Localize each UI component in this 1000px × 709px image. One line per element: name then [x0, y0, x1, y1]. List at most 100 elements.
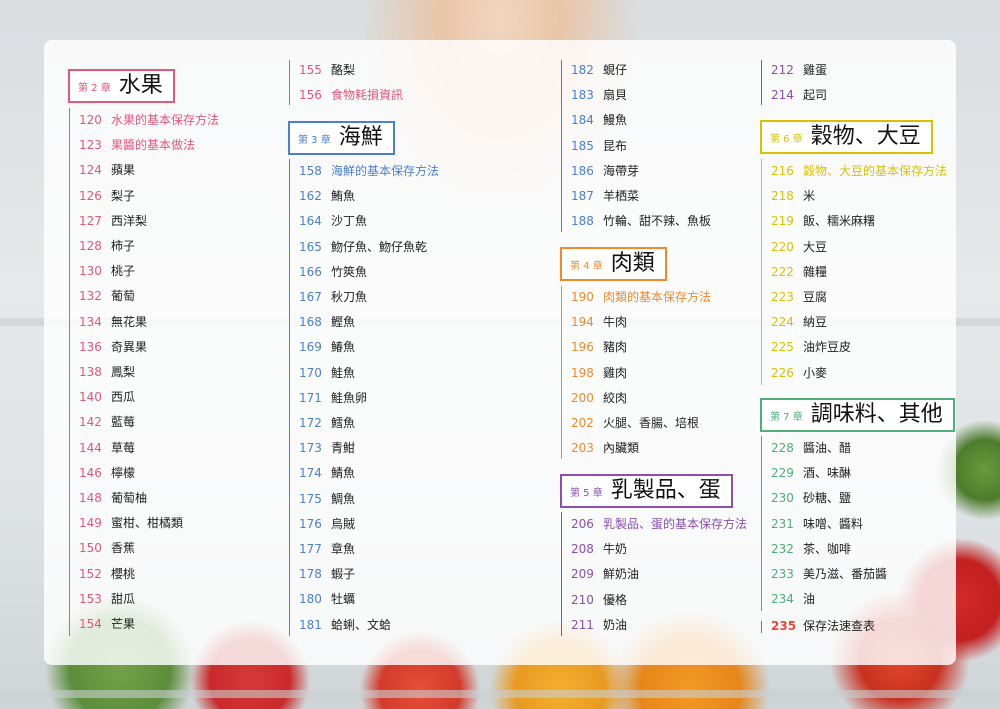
toc-entry[interactable]: 233 美乃滋、番茄醬 [771, 562, 887, 587]
toc-entry[interactable]: 148 葡萄柚 [79, 486, 147, 511]
toc-entry[interactable]: 212 雞蛋 [771, 58, 827, 83]
toc-entry[interactable]: 182 蜆仔 [571, 58, 627, 83]
toc-entry[interactable]: 190 肉類的基本保存方法 [571, 285, 711, 310]
toc-entry[interactable]: 178 蝦子 [299, 562, 355, 587]
toc-entry[interactable]: 188 竹輪、甜不辣、魚板 [571, 209, 711, 234]
page-number: 149 [79, 516, 102, 531]
entry-title: 草莓 [111, 440, 136, 455]
toc-entry[interactable]: 194 牛肉 [571, 310, 627, 335]
entry-title: 扇貝 [603, 88, 628, 103]
toc-entry[interactable]: 128 柿子 [79, 234, 135, 259]
toc-entry[interactable]: 230 砂糖、鹽 [771, 486, 851, 511]
toc-entry[interactable]: 172 鱈魚 [299, 411, 355, 436]
toc-entry[interactable]: 211 奶油 [571, 613, 627, 638]
toc-entry[interactable]: 229 酒、味醂 [771, 461, 851, 486]
toc-entry[interactable]: 136 奇異果 [79, 335, 147, 360]
toc-entry[interactable]: 166 竹筴魚 [299, 260, 367, 285]
toc-entry[interactable]: 120 水果的基本保存方法 [79, 108, 219, 133]
toc-entry[interactable]: 209 鮮奶油 [571, 562, 639, 587]
toc-entry[interactable]: 130 桃子 [79, 259, 135, 284]
toc-entry[interactable]: 183 扇貝 [571, 83, 627, 108]
toc-entry[interactable]: 140 西瓜 [79, 385, 135, 410]
toc-entry[interactable]: 203 內臟類 [571, 436, 639, 461]
toc-entry[interactable]: 175 鯛魚 [299, 487, 355, 512]
toc-entry[interactable]: 171 鮭魚卵 [299, 386, 367, 411]
toc-entry[interactable]: 156 食物耗損資訊 [299, 83, 403, 108]
toc-entry[interactable]: 224 納豆 [771, 310, 827, 335]
toc-entry[interactable]: 127 西洋梨 [79, 209, 147, 234]
toc-entry[interactable]: 198 雞肉 [571, 361, 627, 386]
toc-entry[interactable]: 142 藍莓 [79, 410, 135, 435]
page-number: 226 [771, 365, 794, 380]
toc-entry[interactable]: 158 海鮮的基本保存方法 [299, 159, 439, 184]
page-number: 219 [771, 214, 794, 229]
chapter-title: 穀物、大豆 [810, 124, 921, 149]
toc-entry[interactable]: 231 味噌、醬料 [771, 512, 863, 537]
page-number: 134 [79, 314, 102, 329]
toc-entry[interactable]: 123 果醬的基本做法 [79, 133, 195, 158]
toc-entry[interactable]: 168 鰹魚 [299, 310, 355, 335]
toc-entry[interactable]: 174 鯖魚 [299, 461, 355, 486]
toc-entry[interactable]: 134 無花果 [79, 310, 147, 335]
toc-entry[interactable]: 234 油 [771, 587, 815, 612]
toc-entry[interactable]: 150 香蕉 [79, 536, 135, 561]
page-number: 127 [79, 213, 102, 228]
toc-entry[interactable]: 169 鰆魚 [299, 335, 355, 360]
toc-entry[interactable]: 210 優格 [571, 588, 627, 613]
toc-entry[interactable]: 149 蜜柑、柑橘類 [79, 511, 183, 536]
entry-title: 肉類的基本保存方法 [603, 290, 712, 304]
toc-entry[interactable]: 146 檸檬 [79, 461, 135, 486]
page-number: 128 [79, 239, 102, 253]
entry-title: 油炸豆皮 [803, 340, 852, 355]
toc-entry[interactable]: 226 小麥 [771, 361, 827, 386]
toc-entry[interactable]: 235 保存法速查表 [771, 614, 875, 639]
toc-entry[interactable]: 187 羊栖菜 [571, 184, 639, 209]
toc-entry[interactable]: 167 秋刀魚 [299, 285, 367, 310]
toc-entry[interactable]: 223 豆腐 [771, 285, 827, 310]
toc-entry[interactable]: 186 海帶芽 [571, 159, 639, 184]
toc-entry[interactable]: 155 酪梨 [299, 58, 355, 83]
toc-entry[interactable]: 153 甜瓜 [79, 587, 135, 612]
toc-entry[interactable]: 214 起司 [771, 83, 827, 108]
toc-entry[interactable]: 225 油炸豆皮 [771, 335, 851, 360]
toc-entry[interactable]: 222 雜糧 [771, 260, 827, 285]
toc-entry[interactable]: 177 章魚 [299, 537, 355, 562]
toc-entry[interactable]: 176 烏賊 [299, 512, 355, 537]
page-number: 184 [571, 113, 594, 128]
toc-entry[interactable]: 154 芒果 [79, 612, 135, 637]
toc-entry[interactable]: 181 蛤蜊、文蛤 [299, 613, 391, 638]
toc-entry[interactable]: 144 草莓 [79, 436, 135, 461]
entry-title: 鰆魚 [331, 340, 356, 355]
toc-entry[interactable]: 180 牡蠣 [299, 587, 355, 612]
page-number: 212 [771, 63, 794, 77]
toc-entry[interactable]: 132 葡萄 [79, 284, 135, 309]
toc-entry[interactable]: 196 豬肉 [571, 335, 627, 360]
color-rule [69, 108, 70, 636]
toc-entry[interactable]: 126 梨子 [79, 184, 135, 209]
toc-entry[interactable]: 164 沙丁魚 [299, 209, 367, 234]
toc-entry[interactable]: 124 蘋果 [79, 158, 135, 183]
toc-entry[interactable]: 165 魩仔魚、魩仔魚乾 [299, 235, 427, 260]
toc-entry[interactable]: 220 大豆 [771, 235, 827, 260]
toc-entry[interactable]: 208 牛奶 [571, 537, 627, 562]
toc-entry[interactable]: 219 飯、糯米麻糬 [771, 209, 875, 234]
page-number: 120 [79, 113, 102, 127]
toc-entry[interactable]: 162 鮪魚 [299, 184, 355, 209]
page-number: 168 [299, 315, 322, 330]
toc-entry[interactable]: 228 醬油、醋 [771, 436, 851, 461]
toc-entry[interactable]: 170 鮭魚 [299, 361, 355, 386]
toc-entry[interactable]: 206 乳製品、蛋的基本保存方法 [571, 512, 747, 537]
entry-title: 竹輪、甜不辣、魚板 [603, 214, 712, 229]
toc-entry[interactable]: 232 茶、咖啡 [771, 537, 851, 562]
toc-entry[interactable]: 202 火腿、香腸、培根 [571, 411, 699, 436]
toc-entry[interactable]: 138 鳳梨 [79, 360, 135, 385]
page-number: 223 [771, 290, 794, 304]
color-rule [761, 436, 762, 611]
toc-entry[interactable]: 218 米 [771, 184, 815, 209]
toc-entry[interactable]: 200 絞肉 [571, 386, 627, 411]
toc-entry[interactable]: 184 鰻魚 [571, 108, 627, 133]
toc-entry[interactable]: 173 青魽 [299, 436, 355, 461]
toc-entry[interactable]: 185 昆布 [571, 134, 627, 159]
toc-entry[interactable]: 216 穀物、大豆的基本保存方法 [771, 159, 947, 184]
toc-entry[interactable]: 152 櫻桃 [79, 562, 135, 587]
